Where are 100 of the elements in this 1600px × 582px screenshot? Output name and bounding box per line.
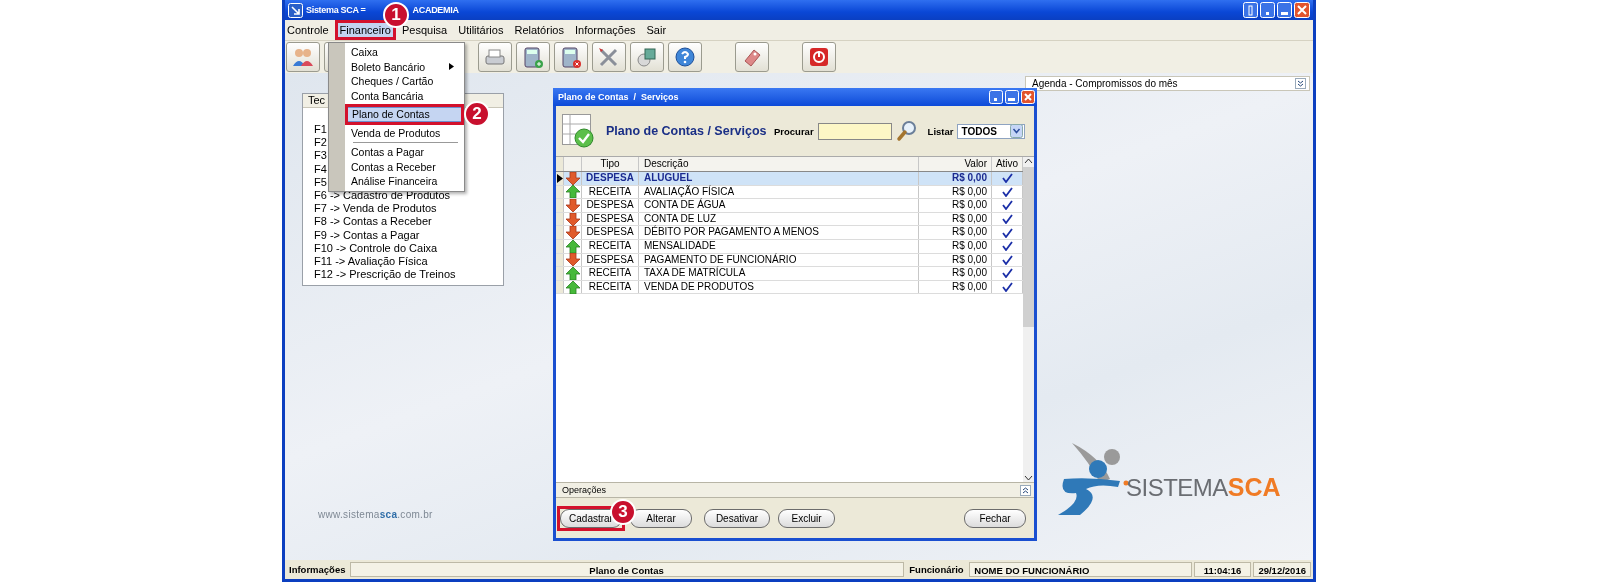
toolbar-button[interactable] (554, 42, 588, 72)
table-row[interactable]: DESPESA PAGAMENTO DE FUNCIONÁRIO R$ 0,00 (556, 253, 1023, 268)
toolbar-button[interactable] (516, 42, 550, 72)
submenu-arrow-icon (449, 63, 454, 71)
column-header[interactable]: Tipo (582, 157, 639, 171)
table-row[interactable]: DESPESA CONTA DE LUZ R$ 0,00 (556, 212, 1023, 227)
toolbar-button[interactable] (630, 42, 664, 72)
menu-item[interactable]: Controle (285, 22, 331, 38)
column-header[interactable]: Descrição (639, 157, 919, 171)
status-field: 29/12/2016 (1253, 562, 1311, 577)
menu-item[interactable]: Cheques / Cartão (347, 74, 462, 89)
status-label: Funcionário (908, 563, 965, 577)
section-title: Operações (562, 485, 607, 495)
table-row[interactable]: RECEITA AVALIAÇÃO FÍSICA R$ 0,00 (556, 185, 1023, 200)
menu-item[interactable]: Sair (644, 22, 669, 38)
table-cell: CONTA DE LUZ (639, 212, 919, 226)
menu-item[interactable]: Caixa (347, 45, 462, 60)
table-cell: R$ 0,00 (919, 212, 992, 226)
close-icon[interactable] (1021, 90, 1035, 104)
scroll-thumb[interactable] (1023, 167, 1034, 327)
menu-item[interactable]: Contas a Pagar (347, 145, 462, 160)
table-cell: DESPESA (582, 253, 639, 267)
list-label: Listar (927, 125, 954, 137)
close-icon[interactable] (1294, 2, 1310, 18)
status-field: Plano de Contas (349, 562, 904, 577)
table-cell: VENDA DE PRODUTOS (639, 280, 919, 294)
window-title: Sistema SCA = (306, 5, 366, 15)
spreadsheet-check-icon (562, 114, 594, 148)
search-field[interactable] (817, 122, 892, 140)
table-row[interactable]: DESPESA ALUGUEL R$ 0,00 (556, 172, 1023, 186)
table-cell: DESPESA (582, 212, 639, 226)
menu-item[interactable]: Informações (572, 22, 638, 38)
dialog-button[interactable]: Desativar (704, 508, 770, 528)
table-cell: RECEITA (582, 185, 639, 199)
dialog-title: Plano de Contas / Serviços (558, 92, 679, 102)
website-text: www.sistemasca.com.br (318, 509, 433, 520)
table-row[interactable]: RECEITA VENDA DE PRODUTOS R$ 0,00 (556, 280, 1023, 295)
table-cell: DESPESA (582, 199, 639, 212)
table-cell: R$ 0,00 (919, 239, 992, 253)
table-cell: R$ 0,00 (919, 267, 992, 280)
shortcut-item[interactable]: F12 -> Prescrição de Treinos (314, 268, 503, 282)
minimize-icon[interactable] (1005, 90, 1019, 104)
table-cell: ALUGUEL (639, 172, 919, 185)
table-cell: TAXA DE MATRÍCULA (639, 267, 919, 280)
minimize-icon[interactable] (989, 90, 1003, 104)
panel-title: Agenda - Compromissos do mês (1032, 78, 1178, 89)
menu-item[interactable]: Venda de Produtos (347, 125, 462, 140)
app-icon (288, 2, 303, 18)
table-cell: R$ 0,00 (919, 172, 992, 185)
restore-icon[interactable] (1243, 2, 1258, 18)
scroll-down-icon[interactable] (1024, 475, 1033, 482)
shortcut-item[interactable]: F8 -> Contas a Receber (314, 215, 503, 229)
expand-icon[interactable] (1295, 78, 1306, 89)
table-row[interactable]: DESPESA DÉBITO POR PAGAMENTO A MENOS R$ 0,00 (556, 226, 1023, 240)
help-icon (672, 45, 698, 69)
table-cell: R$ 0,00 (919, 280, 992, 294)
dialog-heading: Plano de Contas / Serviços (606, 124, 766, 138)
status-label: Informações (288, 563, 347, 577)
menu-item[interactable]: Contas a Receber (347, 159, 462, 174)
table-cell: PAGAMENTO DE FUNCIONÁRIO (639, 253, 919, 267)
dialog-button[interactable]: Alterar (630, 508, 692, 528)
menu-item[interactable]: Utilitários (456, 22, 506, 38)
dialog-button[interactable]: Excluir (778, 508, 835, 528)
menu-item[interactable]: Relatórios (512, 22, 566, 38)
table-row[interactable]: DESPESA CONTA DE ÁGUA R$ 0,00 (556, 199, 1023, 213)
table-cell: RECEITA (582, 267, 639, 280)
shortcut-item[interactable]: F10 -> Controle do Caixa (314, 241, 503, 255)
menu-item[interactable]: Plano de Contas (347, 107, 462, 122)
table-cell: R$ 0,00 (919, 226, 992, 239)
scrollbar[interactable] (1023, 157, 1034, 482)
table-cell: CONTA DE ÁGUA (639, 199, 919, 212)
dialog-button[interactable]: Fechar (964, 508, 1026, 528)
toolbar-button[interactable] (735, 42, 769, 72)
status-field: NOME DO FUNCIONÁRIO (969, 562, 1192, 577)
menu-item[interactable]: Análise Financeira (347, 174, 462, 189)
table-cell: RECEITA (582, 239, 639, 253)
collapse-icon[interactable] (1020, 484, 1031, 496)
table-cell: R$ 0,00 (919, 253, 992, 267)
list-dropdown[interactable]: TODOS (957, 123, 1026, 139)
toolbar-button[interactable] (802, 42, 836, 72)
shortcut-item[interactable]: F9 -> Contas a Pagar (314, 228, 503, 242)
toolbar-button[interactable] (286, 42, 320, 72)
status-field: 11:04:16 (1193, 562, 1252, 577)
toolbar-button[interactable] (592, 42, 626, 72)
scroll-up-icon[interactable] (1024, 157, 1033, 164)
column-header[interactable]: Valor (919, 157, 992, 171)
menu-item[interactable]: Boleto Bancário (347, 59, 462, 74)
minimize-icon[interactable] (1277, 2, 1292, 18)
minimize-icon[interactable] (1260, 2, 1275, 18)
search-icon[interactable] (895, 120, 918, 142)
table-cell: DÉBITO POR PAGAMENTO A MENOS (639, 226, 919, 239)
table-cell: DESPESA (582, 226, 639, 239)
toolbar-button[interactable] (668, 42, 702, 72)
table-row[interactable]: RECEITA TAXA DE MATRÍCULA R$ 0,00 (556, 267, 1023, 281)
table-cell: RECEITA (582, 280, 639, 294)
table-row[interactable]: RECEITA MENSALIDADE R$ 0,00 (556, 239, 1023, 254)
shortcut-item[interactable]: F7 -> Venda de Produtos (314, 202, 503, 216)
shortcut-item[interactable]: F11 -> Avaliação Física (314, 254, 503, 269)
toolbar-button[interactable] (478, 42, 512, 72)
logo-wordmark: SISTEMASCA (1126, 472, 1281, 502)
